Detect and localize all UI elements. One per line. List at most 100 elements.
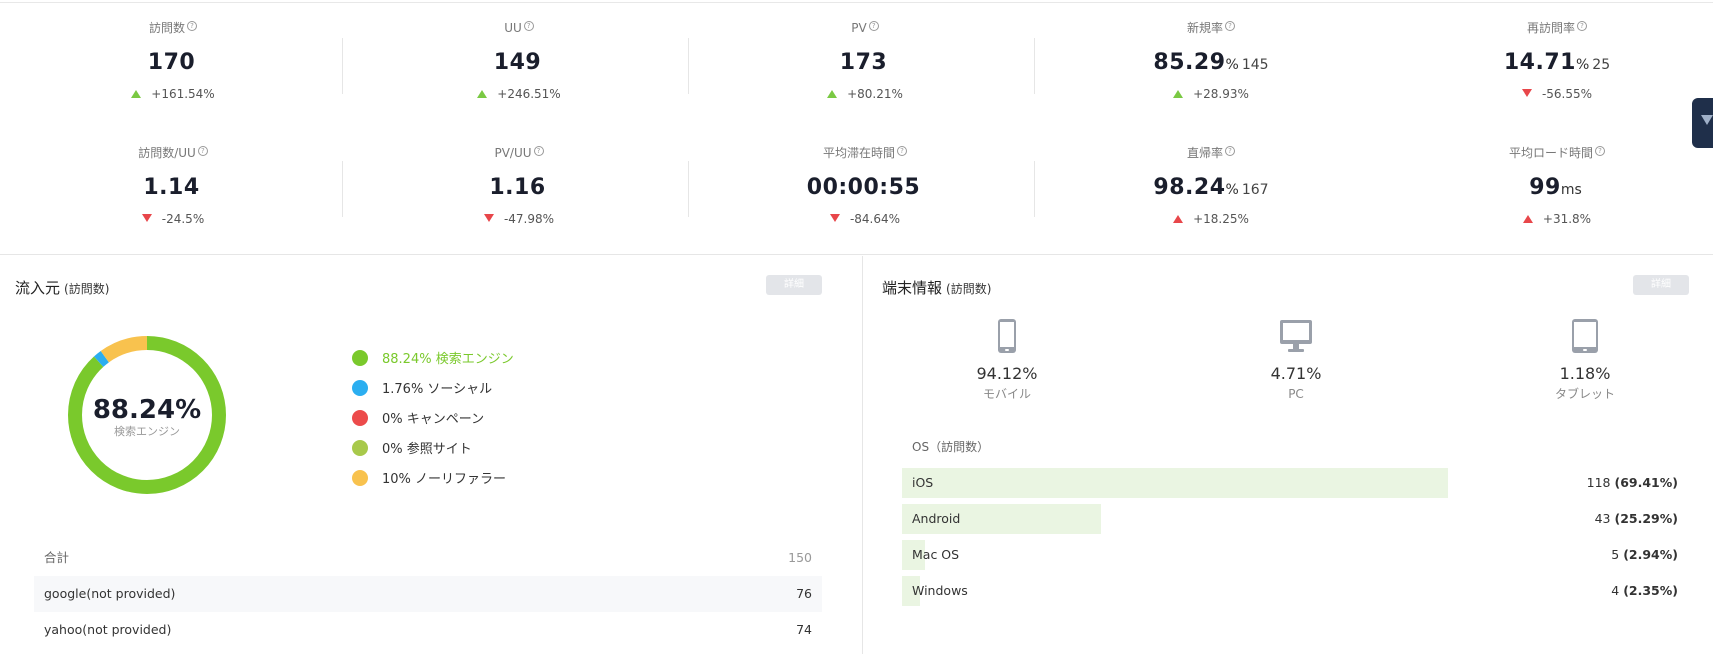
os-value: 43 (25.29%) bbox=[1595, 504, 1678, 534]
traffic-detail-button[interactable]: 詳細 bbox=[766, 275, 822, 295]
divider bbox=[688, 161, 689, 217]
filter-icon bbox=[1701, 115, 1713, 125]
os-row[interactable]: Android 43 (25.29%) bbox=[902, 504, 1688, 534]
kpi-value: 14.71 bbox=[1503, 50, 1576, 75]
help-icon[interactable]: ? bbox=[1225, 146, 1235, 156]
traffic-panel-title: 流入元 (訪問数) bbox=[15, 277, 109, 298]
kpi-label: 訪問数 bbox=[148, 21, 185, 35]
legend-dot-icon bbox=[352, 350, 368, 366]
kpi-delta: +31.8% bbox=[1542, 212, 1592, 226]
os-bar bbox=[902, 468, 1448, 498]
legend-item[interactable]: 0% 参照サイト bbox=[352, 440, 514, 470]
os-count: 118 bbox=[1586, 475, 1611, 490]
legend-label: 0% キャンペーン bbox=[382, 412, 485, 427]
legend-label: 88.24% 検索エンジン bbox=[382, 352, 514, 367]
device-tablet: 1.18% タブレット bbox=[1505, 318, 1665, 402]
kpi-delta: +161.54% bbox=[151, 87, 215, 101]
kpi-value: 173 bbox=[839, 50, 888, 75]
legend-item[interactable]: 1.76% ソーシャル bbox=[352, 380, 514, 410]
device-pct: 94.12% bbox=[976, 364, 1038, 383]
kpi-value: 00:00:55 bbox=[806, 175, 921, 200]
help-icon[interactable]: ? bbox=[187, 21, 197, 31]
os-table: iOS 118 (69.41%) Android 43 (25.29%) Mac OS 5… bbox=[902, 468, 1688, 612]
filter-tab-button[interactable] bbox=[1692, 98, 1713, 148]
help-icon[interactable]: ? bbox=[1595, 146, 1605, 156]
os-pct: (2.94%) bbox=[1623, 547, 1678, 562]
os-pct: (25.29%) bbox=[1614, 511, 1679, 526]
help-icon[interactable]: ? bbox=[523, 21, 534, 31]
help-icon[interactable]: ? bbox=[897, 146, 907, 156]
os-name: Android bbox=[912, 511, 961, 526]
os-value: 5 (2.94%) bbox=[1611, 540, 1678, 570]
row-value: 150 bbox=[788, 550, 812, 565]
kpi-unit: % bbox=[1225, 182, 1239, 198]
kpi-row-2: 訪問数/UU? 1.14 -24.5% PV/UU? 1.16 -47.98% … bbox=[0, 145, 1713, 255]
help-icon[interactable]: ? bbox=[197, 146, 208, 156]
kpi-delta: -84.64% bbox=[849, 212, 901, 226]
traffic-title-sub: (訪問数) bbox=[64, 282, 110, 296]
os-pct: (69.41%) bbox=[1614, 475, 1679, 490]
os-count: 43 bbox=[1594, 511, 1611, 526]
table-row[interactable]: yahoo(not provided) 74 bbox=[34, 612, 822, 648]
legend-dot-icon bbox=[352, 410, 368, 426]
device-pc: 4.71% PC bbox=[1216, 318, 1376, 402]
kpi-label: 平均ロード時間 bbox=[1508, 146, 1593, 160]
os-name: iOS bbox=[912, 475, 934, 490]
table-row[interactable]: google(not provided) 76 bbox=[34, 576, 822, 612]
divider bbox=[688, 38, 689, 94]
kpi-delta: -47.98% bbox=[503, 212, 555, 226]
kpi-delta: -24.5% bbox=[161, 212, 205, 226]
os-name: Windows bbox=[912, 583, 968, 598]
kpi-delta: +18.25% bbox=[1193, 212, 1249, 226]
kpi-unit: % bbox=[1575, 57, 1590, 73]
device-title-sub: (訪問数) bbox=[946, 282, 992, 296]
kpi-delta: -56.55% bbox=[1541, 87, 1593, 101]
mobile-icon bbox=[998, 319, 1016, 353]
help-icon[interactable]: ? bbox=[1225, 21, 1235, 31]
help-icon[interactable]: ? bbox=[533, 146, 544, 156]
kpi-avg-stay: 平均滞在時間? 00:00:55 -84.64% bbox=[692, 145, 1038, 255]
kpi-sub: 145 bbox=[1241, 57, 1269, 73]
traffic-source-table: 合計 150 google(not provided) 76 yahoo(not p… bbox=[34, 540, 822, 648]
donut-center: 88.24% 検索エンジン bbox=[62, 395, 232, 439]
device-pct: 1.18% bbox=[1559, 364, 1611, 383]
trend-up-icon bbox=[1173, 215, 1184, 223]
divider bbox=[1034, 161, 1035, 217]
os-count: 5 bbox=[1611, 547, 1620, 562]
row-name: 合計 bbox=[44, 550, 70, 565]
os-value: 4 (2.35%) bbox=[1611, 576, 1678, 606]
device-panel-title: 端末情報 (訪問数) bbox=[882, 277, 991, 298]
os-title: OS（訪問数） bbox=[912, 440, 990, 454]
tablet-icon bbox=[1572, 319, 1598, 353]
kpi-label: 新規率 bbox=[1186, 21, 1223, 35]
kpi-visits: 訪問数? 170 +161.54% bbox=[0, 20, 346, 130]
kpi-value: 85.29 bbox=[1153, 50, 1226, 75]
legend-item[interactable]: 0% キャンペーン bbox=[352, 410, 514, 440]
device-detail-button[interactable]: 詳細 bbox=[1633, 275, 1689, 295]
kpi-row-1: 訪問数? 170 +161.54% UU? 149 +246.51% PV? 1… bbox=[0, 20, 1713, 130]
legend-item[interactable]: 10% ノーリファラー bbox=[352, 470, 514, 500]
kpi-label: 直帰率 bbox=[1186, 146, 1223, 160]
traffic-title: 流入元 bbox=[15, 279, 61, 297]
kpi-pv: PV? 173 +80.21% bbox=[692, 20, 1038, 130]
legend-label: 1.76% ソーシャル bbox=[382, 382, 493, 397]
legend-item[interactable]: 88.24% 検索エンジン bbox=[352, 350, 514, 380]
kpi-new-rate: 新規率? 85.29% 145 +28.93% bbox=[1038, 20, 1384, 130]
os-name: Mac OS bbox=[912, 547, 960, 562]
help-icon[interactable]: ? bbox=[1577, 21, 1587, 31]
device-pct: 4.71% bbox=[1270, 364, 1322, 383]
kpi-pv-per-uu: PV/UU? 1.16 -47.98% bbox=[346, 145, 692, 255]
trend-down-icon bbox=[1521, 89, 1532, 97]
help-icon[interactable]: ? bbox=[868, 21, 879, 31]
row-value: 74 bbox=[796, 622, 812, 637]
os-row[interactable]: Windows 4 (2.35%) bbox=[902, 576, 1688, 606]
os-row[interactable]: iOS 118 (69.41%) bbox=[902, 468, 1688, 498]
kpi-bounce-rate: 直帰率? 98.24% 167 +18.25% bbox=[1038, 145, 1384, 255]
divider bbox=[1034, 38, 1035, 94]
legend-dot-icon bbox=[352, 440, 368, 456]
traffic-legend: 88.24% 検索エンジン 1.76% ソーシャル 0% キャンペーン 0% 参照サイ… bbox=[352, 350, 514, 500]
kpi-uu: UU? 149 +246.51% bbox=[346, 20, 692, 130]
os-row[interactable]: Mac OS 5 (2.94%) bbox=[902, 540, 1688, 570]
trend-down-icon bbox=[829, 214, 840, 222]
legend-label: 0% 参照サイト bbox=[382, 442, 472, 457]
